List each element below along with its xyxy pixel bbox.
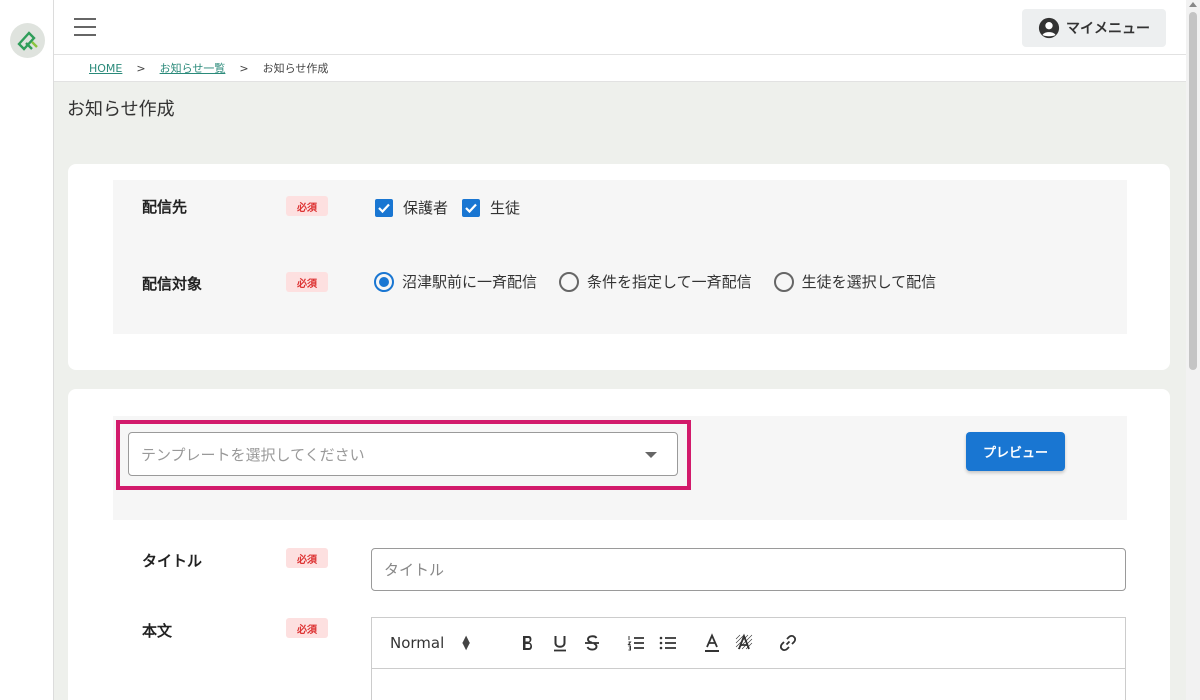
check-icon: [378, 203, 390, 213]
ordered-list-button[interactable]: [620, 630, 652, 656]
scroll-up-arrow-icon[interactable]: [1189, 2, 1197, 7]
bold-icon: [523, 636, 532, 650]
top-header: マイメニュー: [54, 0, 1186, 55]
page-scrollbar[interactable]: [1186, 0, 1200, 700]
breadcrumb-list-link[interactable]: お知らせ一覧: [160, 60, 226, 76]
check-icon: [465, 203, 477, 213]
text-color-icon: [705, 633, 719, 652]
breadcrumb-current: お知らせ作成: [262, 62, 329, 75]
target-options: 沼津駅前に一斉配信 条件を指定して一斉配信 生徒を選択して配信: [374, 271, 958, 292]
required-badge: 必須: [286, 548, 328, 568]
format-select[interactable]: Normal ▲ ▼: [390, 634, 500, 652]
preview-button[interactable]: プレビュー: [966, 432, 1065, 471]
side-rail: [0, 0, 54, 700]
bullet-list-button[interactable]: [652, 630, 684, 656]
up-down-icon: ▲ ▼: [462, 634, 470, 652]
required-badge: 必須: [286, 272, 328, 292]
rich-text-editor: Normal ▲ ▼: [371, 617, 1126, 700]
title-placeholder: タイトル: [384, 561, 445, 579]
template-select[interactable]: テンプレートを選択してください: [128, 432, 678, 476]
breadcrumb-home-link[interactable]: HOME: [89, 62, 122, 75]
target-option-label: 沼津駅前に一斉配信: [402, 273, 538, 291]
title-input[interactable]: タイトル: [371, 548, 1126, 591]
destination-label: 配信先: [142, 198, 188, 216]
ordered-list-icon: [627, 636, 644, 651]
target-label: 配信対象: [142, 275, 203, 293]
app-logo[interactable]: [10, 23, 45, 58]
body-label: 本文: [142, 622, 173, 640]
background-color-icon: [735, 633, 753, 650]
format-select-value: Normal: [390, 634, 445, 652]
distribution-card: 配信先 必須 保護者 生徒 配信対象 必須 沼津駅前に一斉配信 条件を指定して一…: [68, 164, 1170, 370]
breadcrumb-separator: >: [136, 61, 146, 75]
target-radio-conditions[interactable]: [559, 271, 580, 292]
guardian-label: 保護者: [403, 199, 449, 217]
destination-options: 保護者 生徒: [375, 197, 542, 218]
text-color-button[interactable]: [696, 630, 728, 656]
strikethrough-icon: [585, 635, 599, 651]
title-label: タイトル: [142, 552, 203, 570]
logo-icon: [16, 30, 38, 51]
insert-link-button[interactable]: [772, 630, 804, 656]
my-menu-button[interactable]: マイメニュー: [1022, 9, 1166, 47]
breadcrumb: HOME > お知らせ一覧 > お知らせ作成: [54, 55, 1186, 82]
dropdown-arrow-icon: [645, 452, 657, 458]
target-radio-select-students[interactable]: [773, 271, 794, 292]
bullet-list-icon: [659, 636, 676, 650]
content-card: テンプレートを選択してください プレビュー タイトル 必須 タイトル 本文 必須…: [68, 389, 1170, 700]
link-icon: [779, 634, 797, 652]
my-menu-label: マイメニュー: [1066, 21, 1150, 37]
required-badge: 必須: [286, 618, 328, 638]
hamburger-menu-icon[interactable]: [74, 18, 96, 36]
breadcrumb-separator: >: [239, 61, 249, 75]
target-option-label: 生徒を選択して配信: [801, 273, 937, 291]
distribution-panel: [113, 180, 1127, 334]
editor-toolbar: Normal ▲ ▼: [372, 618, 1125, 669]
target-option-label: 条件を指定して一斉配信: [587, 273, 752, 291]
required-badge: 必須: [286, 196, 328, 216]
bold-button[interactable]: [512, 630, 544, 656]
student-label: 生徒: [490, 199, 521, 217]
account-circle-icon: [1038, 17, 1060, 39]
page-title: お知らせ作成: [67, 99, 175, 120]
student-checkbox[interactable]: [462, 198, 481, 217]
underline-button[interactable]: [544, 630, 576, 656]
guardian-checkbox[interactable]: [375, 198, 393, 217]
target-radio-all[interactable]: [374, 271, 394, 292]
background-color-button[interactable]: [728, 630, 760, 656]
template-placeholder: テンプレートを選択してください: [141, 445, 365, 464]
strikethrough-button[interactable]: [576, 630, 608, 656]
underline-icon: [554, 636, 566, 652]
scrollbar-thumb[interactable]: [1189, 12, 1197, 370]
